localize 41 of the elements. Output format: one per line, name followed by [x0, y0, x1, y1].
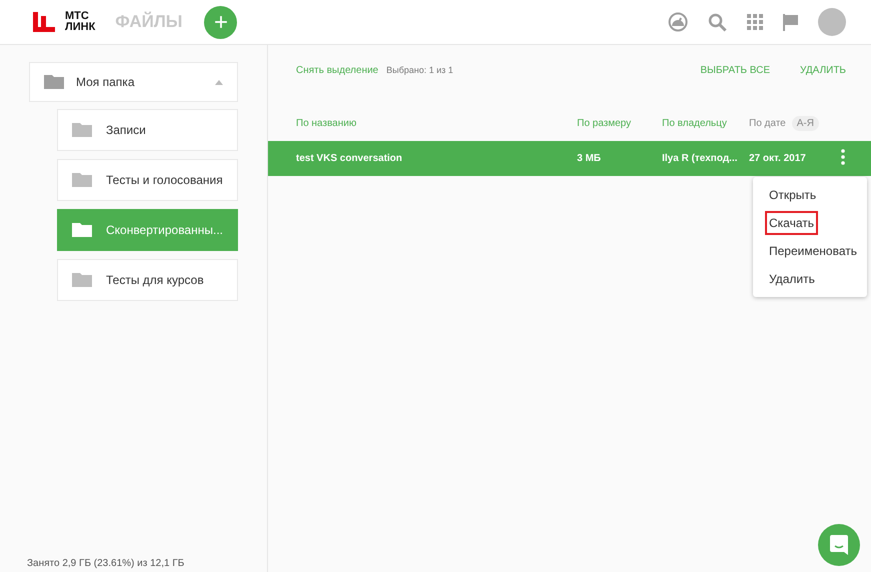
menu-item[interactable]: Переименовать: [765, 239, 861, 263]
select-all-link[interactable]: ВЫБРАТЬ ВСЕ: [700, 64, 770, 76]
menu-item[interactable]: Скачать: [765, 211, 818, 235]
selection-count: Выбрано: 1 из 1: [386, 65, 454, 75]
deselect-link[interactable]: Снять выделение: [296, 64, 378, 76]
more-icon[interactable]: [841, 149, 845, 165]
folder-item[interactable]: Тесты для курсов: [57, 259, 238, 301]
folder-item[interactable]: Записи: [57, 109, 238, 151]
logo-text: МТС ЛИНК: [65, 11, 96, 33]
avatar[interactable]: [818, 8, 846, 36]
table-cell: 27 окт. 2017: [749, 153, 806, 164]
folder-icon: [72, 223, 92, 237]
folder-icon: [72, 123, 92, 137]
folder-item[interactable]: Тесты и голосования: [57, 159, 238, 201]
folder-icon: [72, 173, 92, 187]
table-cell: 3 МБ: [577, 153, 601, 164]
sort-header[interactable]: По названию: [296, 118, 356, 128]
sort-header[interactable]: По дате: [749, 118, 786, 128]
folder-icon: [72, 273, 92, 287]
delete-link[interactable]: УДАЛИТЬ: [800, 64, 846, 76]
sort-header[interactable]: По размеру: [577, 118, 632, 128]
menu-item[interactable]: Удалить: [765, 267, 819, 291]
chat-button[interactable]: [818, 524, 860, 566]
grid-icon[interactable]: [747, 14, 763, 30]
flag-icon[interactable]: [783, 14, 798, 30]
add-button[interactable]: +: [204, 6, 238, 38]
speedometer-icon[interactable]: [668, 12, 688, 32]
file-row[interactable]: test VKS conversation 3 МБ Ilya R (техпод... 27 окт. 2017: [268, 141, 871, 176]
menu-item[interactable]: Открыть: [765, 183, 820, 207]
sort-header[interactable]: По владельцу: [662, 118, 727, 128]
search-icon[interactable]: [708, 12, 727, 32]
chat-icon: [830, 535, 848, 555]
sort-order-badge[interactable]: А-Я: [792, 116, 819, 130]
table-cell: test VKS conversation: [296, 153, 402, 164]
storage-usage: Занято 2,9 ГБ (23.61%) из 12,1 ГБ: [27, 558, 186, 569]
collapse-icon[interactable]: [215, 80, 223, 84]
table-cell: Ilya R (техпод...: [662, 153, 738, 164]
folder-icon: [44, 75, 64, 89]
logo-icon: [33, 12, 55, 32]
folder-item[interactable]: Сконвертированны...: [57, 209, 238, 251]
folder-item[interactable]: Моя папка: [29, 62, 238, 102]
